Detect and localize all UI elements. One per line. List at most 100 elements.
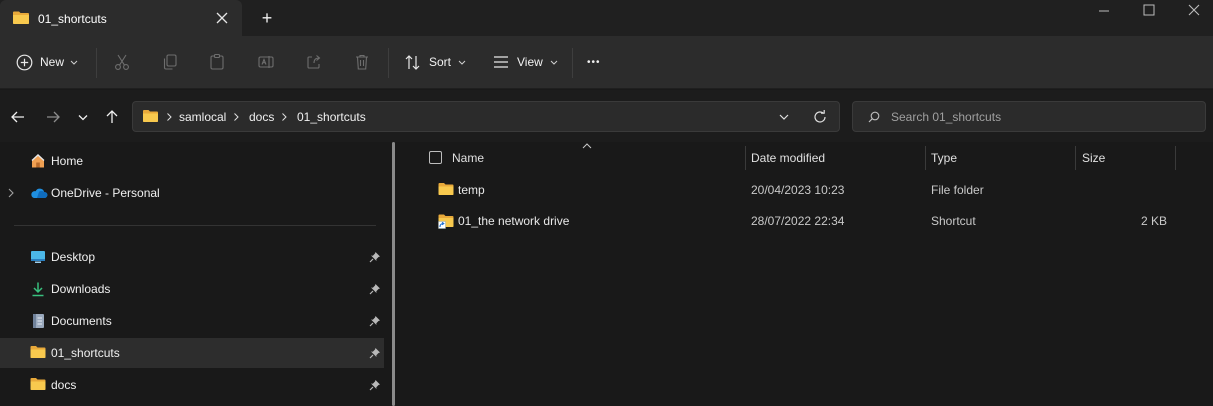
search-icon xyxy=(868,111,880,123)
sidebar-item-downloads[interactable]: Downloads xyxy=(0,274,384,304)
onedrive-cloud-icon xyxy=(30,185,48,201)
view-button[interactable]: View xyxy=(493,50,559,74)
pin-icon[interactable] xyxy=(369,283,381,295)
file-size: 2 KB xyxy=(1140,214,1167,228)
sidebar-item-label: 01_shortcuts xyxy=(51,346,120,360)
column-header-type[interactable]: Type xyxy=(931,151,957,165)
desktop-icon xyxy=(30,249,46,265)
address-bar[interactable]: samlocal docs 01_shortcuts xyxy=(132,101,840,132)
breadcrumb-samlocal[interactable]: samlocal xyxy=(179,110,226,124)
tab-01-shortcuts[interactable]: 01_shortcuts xyxy=(0,0,242,36)
see-more-button[interactable]: ••• xyxy=(587,50,609,74)
cut-icon[interactable] xyxy=(113,50,131,74)
pin-icon[interactable] xyxy=(369,315,381,327)
command-bar: New Sort View ••• xyxy=(0,36,1213,89)
recent-locations-chevron-icon[interactable] xyxy=(73,107,93,127)
sidebar-item-documents[interactable]: Documents xyxy=(0,306,384,336)
folder-icon xyxy=(142,109,159,123)
search-box[interactable] xyxy=(852,101,1206,132)
column-header-date-modified[interactable]: Date modified xyxy=(751,151,825,165)
navigation-pane: Home OneDrive - Personal Desktop Downloa… xyxy=(0,142,392,406)
breadcrumb-01-shortcuts[interactable]: 01_shortcuts xyxy=(297,110,366,124)
tab-close-icon[interactable] xyxy=(214,10,230,26)
tab-title: 01_shortcuts xyxy=(38,12,107,26)
rename-icon[interactable] xyxy=(257,50,275,74)
sidebar-item-label: docs xyxy=(51,378,77,392)
file-name: 01_the network drive xyxy=(458,214,570,228)
chevron-down-icon xyxy=(70,60,78,65)
pin-icon[interactable] xyxy=(369,347,381,359)
column-header-name[interactable]: Name xyxy=(452,151,484,165)
file-name: temp xyxy=(458,183,485,197)
pin-icon[interactable] xyxy=(369,251,381,263)
chevron-down-icon xyxy=(550,60,558,65)
column-separator[interactable] xyxy=(745,146,746,170)
back-arrow-icon[interactable] xyxy=(8,107,28,127)
folder-icon xyxy=(438,182,454,196)
close-window-button[interactable] xyxy=(1171,0,1213,22)
toolbar-separator xyxy=(388,48,389,78)
folder-icon xyxy=(30,345,46,361)
share-icon[interactable] xyxy=(305,50,323,74)
minimize-button[interactable] xyxy=(1081,0,1127,22)
delete-icon[interactable] xyxy=(353,50,371,74)
sort-icon xyxy=(404,54,421,71)
plus-circle-icon xyxy=(16,54,33,71)
address-history-chevron-icon[interactable] xyxy=(778,112,790,122)
search-input[interactable] xyxy=(891,108,1191,126)
file-date-modified: 28/07/2022 22:34 xyxy=(751,214,845,228)
chevron-down-icon xyxy=(458,60,466,65)
downloads-icon xyxy=(30,281,46,297)
file-row-network-drive-shortcut[interactable]: 01_the network drive 28/07/2022 22:34 Sh… xyxy=(432,207,1202,235)
sort-label: Sort xyxy=(429,55,452,69)
file-date-modified: 20/04/2023 10:23 xyxy=(751,183,845,197)
sidebar-item-home[interactable]: Home xyxy=(0,146,384,176)
new-button[interactable]: New xyxy=(16,50,82,74)
sidebar-item-label: OneDrive - Personal xyxy=(51,186,160,200)
sidebar-item-label: Home xyxy=(51,154,84,168)
copy-icon[interactable] xyxy=(161,50,179,74)
maximize-button[interactable] xyxy=(1126,0,1172,22)
sidebar-item-label: Documents xyxy=(51,314,112,328)
breadcrumb-docs[interactable]: docs xyxy=(249,110,274,124)
view-icon xyxy=(493,55,509,69)
sidebar-item-onedrive[interactable]: OneDrive - Personal xyxy=(0,178,384,208)
file-row-temp[interactable]: temp 20/04/2023 10:23 File folder xyxy=(432,176,1202,204)
sidebar-item-label: Desktop xyxy=(51,250,96,264)
new-label: New xyxy=(40,55,65,69)
folder-icon xyxy=(30,377,46,393)
toolbar-separator xyxy=(572,48,573,78)
pin-icon[interactable] xyxy=(369,379,381,391)
title-bar: 01_shortcuts + xyxy=(0,0,1213,36)
file-type: Shortcut xyxy=(931,214,976,228)
sidebar-item-desktop[interactable]: Desktop xyxy=(0,242,384,272)
paste-icon[interactable] xyxy=(208,50,226,74)
refresh-icon[interactable] xyxy=(812,109,828,125)
shortcut-folder-icon xyxy=(438,213,454,229)
select-all-checkbox[interactable] xyxy=(429,151,442,164)
documents-icon xyxy=(30,313,46,329)
file-type: File folder xyxy=(931,183,984,197)
forward-arrow-icon[interactable] xyxy=(43,107,63,127)
sort-ascending-caret-icon xyxy=(582,143,592,149)
column-separator[interactable] xyxy=(1075,146,1076,170)
sidebar-scrollbar[interactable] xyxy=(392,142,395,406)
sidebar-item-docs[interactable]: docs xyxy=(0,370,384,400)
home-icon xyxy=(30,153,46,169)
sort-button[interactable]: Sort xyxy=(404,50,468,74)
up-arrow-icon[interactable] xyxy=(102,107,122,127)
address-row: samlocal docs 01_shortcuts xyxy=(0,90,1213,142)
column-separator[interactable] xyxy=(1175,146,1176,170)
chevron-right-icon xyxy=(164,112,174,122)
file-list: Name Date modified Type Size temp 20/04/… xyxy=(404,142,1213,406)
column-separator[interactable] xyxy=(925,146,926,170)
sidebar-item-01-shortcuts[interactable]: 01_shortcuts xyxy=(0,338,384,368)
new-tab-button[interactable]: + xyxy=(258,9,276,27)
toolbar-separator xyxy=(96,48,97,78)
chevron-right-icon xyxy=(279,112,289,122)
sidebar-item-label: Downloads xyxy=(51,282,111,296)
sidebar-divider xyxy=(14,225,376,226)
column-header-size[interactable]: Size xyxy=(1082,151,1105,165)
expand-chevron-icon[interactable] xyxy=(7,188,15,198)
folder-icon xyxy=(12,10,30,25)
